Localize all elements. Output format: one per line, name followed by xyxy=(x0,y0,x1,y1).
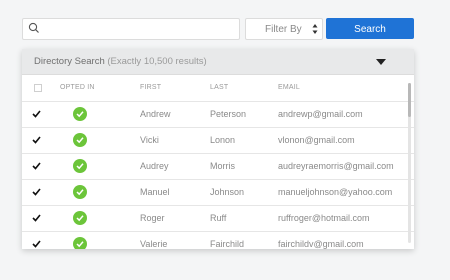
checkmark-icon[interactable] xyxy=(32,136,41,144)
caret-down-icon[interactable] xyxy=(376,59,386,65)
cell-email: audreyraemorris@gmail.com xyxy=(278,161,394,171)
column-last[interactable]: LAST xyxy=(210,84,228,91)
cell-first: Andrew xyxy=(140,109,171,119)
cell-last: Fairchild xyxy=(210,239,245,249)
table-row[interactable]: Manuel Johnson manueljohnson@yahoo.com xyxy=(22,180,414,206)
cell-email: ruffroger@hotmail.com xyxy=(278,213,370,223)
filter-by-select[interactable]: Filter By xyxy=(245,18,323,40)
check-circle-icon xyxy=(73,107,87,121)
select-all-checkbox[interactable] xyxy=(34,84,42,92)
panel-title: Directory Search (Exactly 10,500 results… xyxy=(34,56,207,67)
panel-header[interactable]: Directory Search (Exactly 10,500 results… xyxy=(22,49,414,75)
cell-first: Audrey xyxy=(140,161,169,171)
table-row[interactable]: Valerie Fairchild fairchildv@gmail.com xyxy=(22,232,414,249)
column-first[interactable]: FIRST xyxy=(140,84,161,91)
cell-last: Morris xyxy=(210,161,235,171)
search-toolbar: Filter By Search xyxy=(22,18,414,40)
checkmark-icon[interactable] xyxy=(32,214,41,222)
table-row[interactable]: Andrew Peterson andrewp@gmail.com xyxy=(22,102,414,128)
checkmark-icon[interactable] xyxy=(32,162,41,170)
check-circle-icon xyxy=(73,237,87,249)
filter-by-label: Filter By xyxy=(265,24,302,35)
table-row[interactable]: Roger Ruff ruffroger@hotmail.com xyxy=(22,206,414,232)
sort-arrows-icon xyxy=(312,24,318,34)
cell-first: Roger xyxy=(140,213,165,223)
table-body: Andrew Peterson andrewp@gmail.com Vicki … xyxy=(22,102,414,249)
cell-email: fairchildv@gmail.com xyxy=(278,239,364,249)
table-row[interactable]: Audrey Morris audreyraemorris@gmail.com xyxy=(22,154,414,180)
cell-last: Ruff xyxy=(210,213,227,223)
vertical-scrollbar[interactable] xyxy=(408,83,411,243)
checkmark-icon[interactable] xyxy=(32,188,41,196)
directory-panel: Directory Search (Exactly 10,500 results… xyxy=(22,49,414,249)
cell-last: Johnson xyxy=(210,187,245,197)
cell-last: Lonon xyxy=(210,135,236,145)
table-row[interactable]: Vicki Lonon vlonon@gmail.com xyxy=(22,128,414,154)
check-circle-icon xyxy=(73,159,87,173)
search-field[interactable] xyxy=(22,18,240,40)
check-circle-icon xyxy=(73,185,87,199)
checkmark-icon[interactable] xyxy=(32,110,41,118)
cell-email: andrewp@gmail.com xyxy=(278,109,363,119)
table-header: OPTED IN FIRST LAST EMAIL xyxy=(22,75,414,102)
column-opted-in[interactable]: OPTED IN xyxy=(60,84,95,91)
cell-first: Manuel xyxy=(140,187,170,197)
cell-first: Vicki xyxy=(140,135,159,145)
check-circle-icon xyxy=(73,211,87,225)
cell-first: Valerie xyxy=(140,239,168,249)
scrollbar-thumb[interactable] xyxy=(408,83,411,117)
search-input[interactable] xyxy=(45,21,237,38)
cell-last: Peterson xyxy=(210,109,247,119)
cell-email: vlonon@gmail.com xyxy=(278,135,355,145)
checkmark-icon[interactable] xyxy=(32,240,41,248)
check-circle-icon xyxy=(73,133,87,147)
column-email[interactable]: EMAIL xyxy=(278,84,300,91)
search-button[interactable]: Search xyxy=(326,18,414,39)
panel-title-text: Directory Search xyxy=(34,56,105,67)
search-icon xyxy=(28,22,39,33)
cell-email: manueljohnson@yahoo.com xyxy=(278,187,393,197)
result-count: (Exactly 10,500 results) xyxy=(107,56,207,67)
